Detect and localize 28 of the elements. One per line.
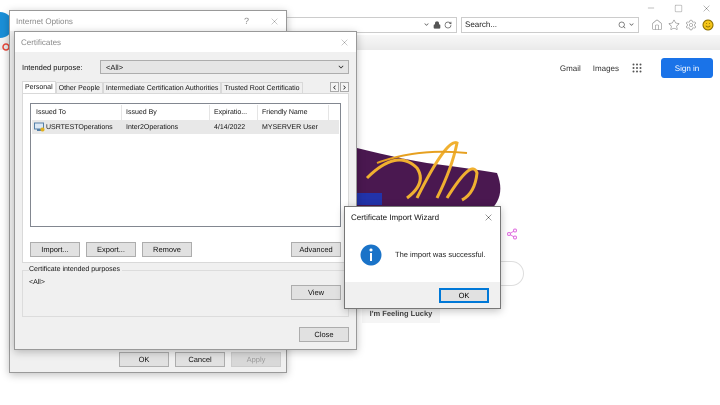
window-title: Certificates	[21, 38, 62, 46]
search-icon[interactable]	[618, 20, 626, 28]
info-icon	[360, 244, 382, 266]
smiley-icon[interactable]	[702, 18, 714, 30]
scroll-left-button[interactable]	[330, 82, 339, 92]
scroll-right-icon	[341, 84, 348, 90]
apps-grid-icon[interactable]	[631, 62, 643, 74]
window-title: Internet Options	[16, 16, 74, 26]
refresh-icon[interactable]	[444, 20, 452, 28]
help-button[interactable]: ?	[244, 16, 249, 26]
dropdown-icon[interactable]	[423, 21, 430, 28]
home-icon[interactable]	[651, 18, 663, 30]
search-field[interactable]: Search...	[465, 20, 616, 29]
settings-icon[interactable]	[685, 18, 697, 30]
certificate-icon	[34, 122, 45, 132]
sign-in-button[interactable]: Sign in	[661, 58, 713, 78]
search-bar[interactable]: Search...	[461, 16, 639, 32]
share-icon[interactable]	[506, 228, 518, 240]
star-icon[interactable]	[668, 18, 680, 30]
dropdown-icon[interactable]	[628, 21, 635, 28]
lock-icon	[433, 20, 441, 28]
caret-icon	[337, 63, 345, 71]
scroll-left-icon	[331, 84, 338, 90]
close-icon[interactable]	[483, 212, 494, 222]
scroll-right-button[interactable]	[340, 82, 349, 92]
dialog-title: Certificate Import Wizard	[351, 212, 440, 222]
images-link[interactable]: Images	[592, 64, 619, 72]
gmail-link[interactable]: Gmail	[560, 64, 581, 72]
